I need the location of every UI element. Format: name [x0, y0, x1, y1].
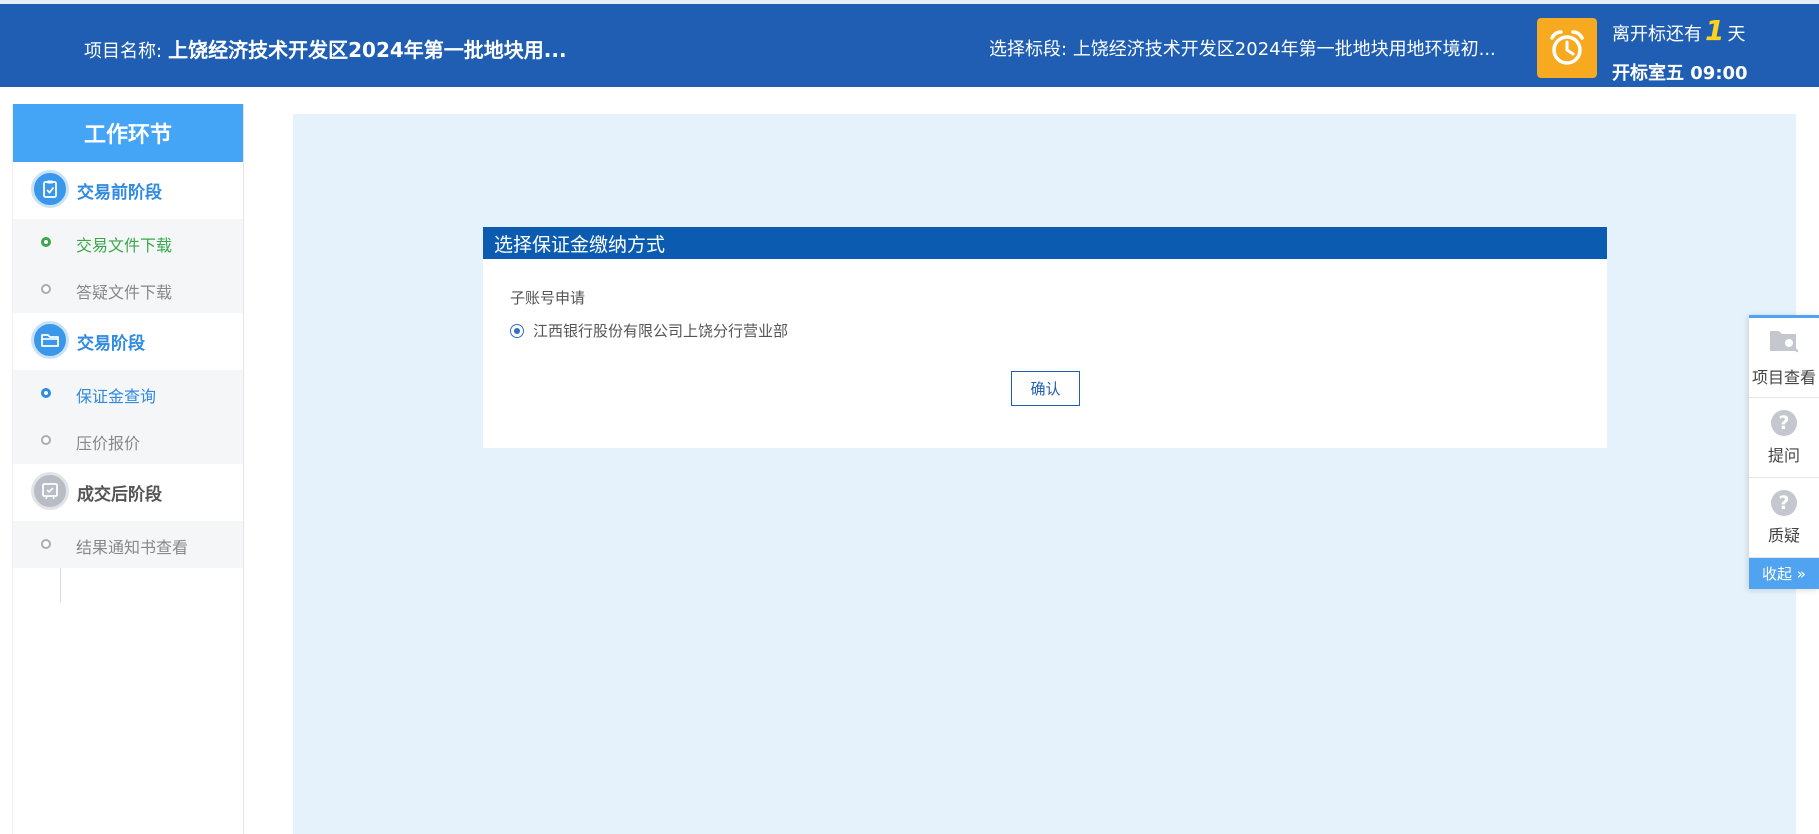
float-item-label: 提问: [1767, 445, 1800, 465]
project-title: 项目名称: 上饶经济技术开发区2024年第一批地块用...: [84, 34, 567, 63]
status-dot-icon: [41, 284, 51, 294]
stage-label: 交易阶段: [77, 334, 145, 354]
dialog-subheading: 子账号申请: [510, 289, 586, 307]
main-content: 选择保证金缴纳方式 子账号申请 江西银行股份有限公司上饶分行营业部 确认: [293, 114, 1796, 834]
status-dot-icon: [41, 388, 51, 398]
stage-label: 成交后阶段: [77, 485, 162, 505]
sidebar-item-price-quote[interactable]: 压价报价: [13, 417, 243, 464]
question-icon: ?: [1771, 489, 1797, 516]
folder-search-icon: [1768, 328, 1800, 358]
sidebar-item-label: 压价报价: [76, 434, 141, 453]
section-label: 选择标段:: [989, 39, 1068, 60]
status-dot-icon: [41, 237, 51, 247]
section-name: 上饶经济技术开发区2024年第一批地块用地环境初...: [1072, 39, 1496, 60]
stage-post-trade[interactable]: 成交后阶段: [13, 464, 243, 521]
countdown-prefix: 离开标还有: [1612, 24, 1702, 45]
bank-option-label: 江西银行股份有限公司上饶分行营业部: [533, 322, 789, 340]
stage-pre-trade[interactable]: 交易前阶段: [13, 162, 243, 219]
sidebar-item-result-notice[interactable]: 结果通知书查看: [13, 521, 243, 568]
sidebar-item-qa-download[interactable]: 答疑文件下载: [13, 266, 243, 313]
ask-question-button[interactable]: ? 提问: [1749, 398, 1819, 478]
stage-label: 交易前阶段: [77, 183, 162, 203]
deposit-method-dialog: 选择保证金缴纳方式 子账号申请 江西银行股份有限公司上饶分行营业部 确认: [483, 227, 1607, 448]
dialog-title: 选择保证金缴纳方式: [483, 227, 1607, 259]
sidebar-item-doc-download[interactable]: 交易文件下载: [13, 219, 243, 266]
countdown-suffix: 天: [1727, 24, 1746, 45]
collapse-button[interactable]: 收起 »: [1749, 558, 1819, 589]
raise-objection-button[interactable]: ? 质疑: [1749, 478, 1819, 558]
section-selector[interactable]: 选择标段: 上饶经济技术开发区2024年第一批地块用地环境初...: [989, 35, 1496, 61]
countdown-days: 1: [1705, 14, 1725, 47]
open-time: 开标室五 09:00: [1612, 63, 1748, 84]
project-view-button[interactable]: 项目查看: [1749, 318, 1819, 398]
status-dot-icon: [41, 539, 51, 549]
stage-trade[interactable]: 交易阶段: [13, 313, 243, 370]
certificate-icon: [31, 472, 69, 510]
top-header: 项目名称: 上饶经济技术开发区2024年第一批地块用... 选择标段: 上饶经济…: [0, 0, 1819, 87]
sidebar-title: 工作环节: [13, 104, 243, 162]
workflow-sidebar: 工作环节 交易前阶段 交易文件下载 答疑文件下载 交易阶段 保证金查询 压价报价…: [12, 104, 244, 834]
countdown: 离开标还有 1 天: [1612, 14, 1745, 47]
radio-selected-icon[interactable]: [510, 323, 524, 338]
sidebar-item-label: 保证金查询: [76, 387, 157, 406]
alarm-clock-icon: [1537, 18, 1597, 78]
sidebar-item-label: 结果通知书查看: [76, 538, 189, 557]
confirm-button[interactable]: 确认: [1011, 371, 1080, 406]
float-item-label: 质疑: [1767, 525, 1800, 545]
sidebar-item-deposit-query[interactable]: 保证金查询: [13, 370, 243, 417]
document-check-icon: [31, 170, 69, 208]
project-label: 项目名称:: [84, 41, 163, 62]
sidebar-item-label: 交易文件下载: [76, 236, 173, 255]
sidebar-item-label: 答疑文件下载: [76, 283, 173, 302]
question-icon: ?: [1771, 409, 1797, 436]
float-item-label: 项目查看: [1751, 367, 1816, 387]
folder-icon: [31, 321, 69, 359]
bank-option[interactable]: 江西银行股份有限公司上饶分行营业部: [510, 320, 788, 341]
floating-tools-panel: 项目查看 ? 提问 ? 质疑 收起 »: [1749, 315, 1819, 589]
status-dot-icon: [41, 435, 51, 445]
project-name: 上饶经济技术开发区2024年第一批地块用...: [168, 38, 567, 62]
